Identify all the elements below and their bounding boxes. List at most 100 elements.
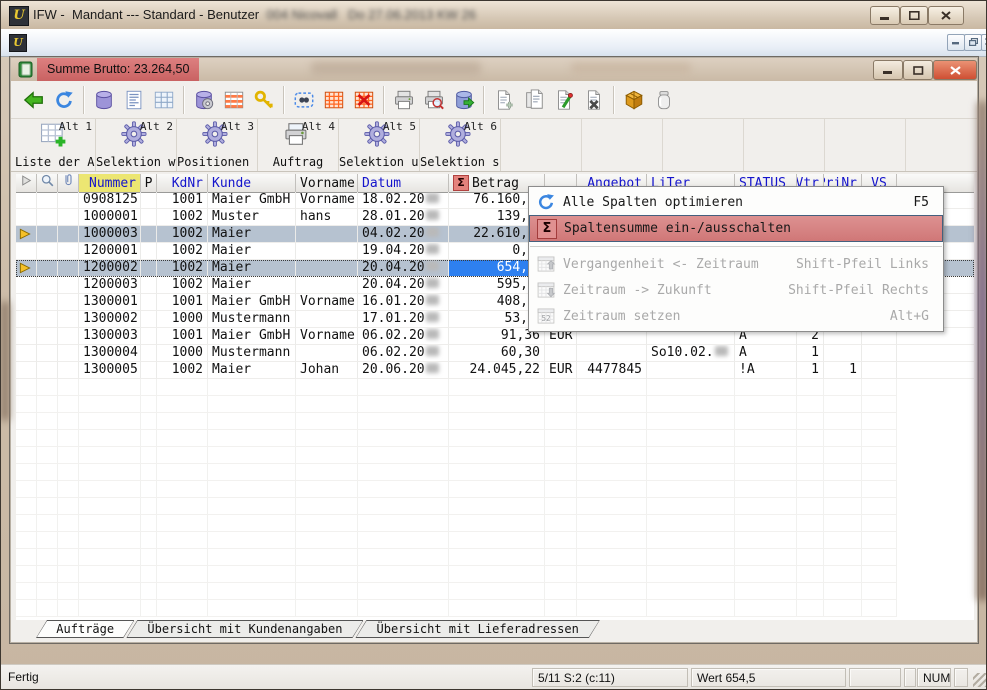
cell-marker[interactable] [16,243,37,260]
cell-w[interactable] [545,345,577,362]
cell-datum[interactable]: 04.02.20 [358,226,449,243]
doc-copy-button[interactable] [519,85,549,115]
inner-close-button[interactable] [933,60,977,80]
cell-attach[interactable] [58,311,79,328]
shortcut-button-alt4[interactable]: Alt 4 Auftrag [258,119,339,171]
cell-kdnr[interactable]: 1002 [157,362,208,379]
empty-row[interactable] [16,396,974,413]
cell-kdnr[interactable]: 1002 [157,209,208,226]
cell-kdnr[interactable]: 1002 [157,277,208,294]
column-header-attach[interactable] [58,174,79,192]
cell-kdnr[interactable]: 1002 [157,226,208,243]
cell-vorname[interactable]: Vorname [296,192,358,209]
cell-kdnr[interactable]: 1002 [157,260,208,277]
cell-status[interactable]: A [735,345,797,362]
cell-datum[interactable]: 18.02.20 [358,192,449,209]
cell-angebot[interactable]: 4477845 [577,362,647,379]
empty-row[interactable] [16,481,974,498]
cell-search[interactable] [37,192,58,209]
cell-datum[interactable]: 20.06.20 [358,362,449,379]
cell-marker[interactable] [16,328,37,345]
refresh-button[interactable] [49,85,79,115]
cell-attach[interactable] [58,226,79,243]
database-gear-button[interactable] [189,85,219,115]
empty-row[interactable] [16,379,974,396]
column-header-kdnr[interactable]: KdNr [157,174,208,192]
cell-attach[interactable] [58,345,79,362]
cell-betrag[interactable]: 60,30 [449,345,545,362]
column-sum-sigma-icon[interactable]: Σ [453,175,469,191]
database-button[interactable] [89,85,119,115]
cell-datum[interactable]: 28.01.20 [358,209,449,226]
cell-kunde[interactable]: Maier GmbH [208,192,296,209]
cell-datum[interactable]: 20.04.20 [358,260,449,277]
cell-liter[interactable] [647,362,735,379]
cell-nummer[interactable]: 1300001 [79,294,141,311]
cell-datum[interactable]: 06.02.20 [358,328,449,345]
shortcut-button-alt5[interactable]: Alt 5 Selektion u... [339,119,420,171]
cell-vorname[interactable]: Vorname [296,328,358,345]
shortcut-button-alt6[interactable]: Alt 6 Selektion sp... [420,119,501,171]
cell-liter[interactable]: So10.02. [647,345,735,362]
table-rows-button[interactable] [219,85,249,115]
cell-search[interactable] [37,311,58,328]
cell-angebot[interactable] [577,345,647,362]
menu-item-spaltensumme-ein-ausschalten[interactable]: Σ Spaltensumme ein-/ausschalten [529,215,943,242]
cell-search[interactable] [37,362,58,379]
cell-marker[interactable] [16,192,37,209]
empty-row[interactable] [16,413,974,430]
cell-nummer[interactable]: 1300004 [79,345,141,362]
print-preview-button[interactable] [419,85,449,115]
cell-datum[interactable]: 06.02.20 [358,345,449,362]
empty-row[interactable] [16,583,974,600]
menu-item-zeitraum-setzen[interactable]: 52 Zeitraum setzen Alt+G [529,303,943,329]
cell-p[interactable] [141,328,157,345]
cell-vorname[interactable]: Vorname [296,294,358,311]
cell-p[interactable] [141,362,157,379]
document-list-button[interactable] [119,85,149,115]
cell-search[interactable] [37,226,58,243]
cell-search[interactable] [37,260,58,277]
close-button[interactable] [928,6,964,25]
table-row-1300005[interactable]: 13000051002MaierJohan20.06.2024.045,22EU… [16,362,974,379]
cell-search[interactable] [37,243,58,260]
maximize-button[interactable] [900,6,928,25]
doc-delete-button[interactable] [579,85,609,115]
mdi-minimize-button[interactable] [947,34,965,51]
column-header-nummer[interactable]: Nummer [79,174,141,192]
cell-kunde[interactable]: Maier GmbH [208,294,296,311]
cell-attach[interactable] [58,362,79,379]
cell-kdnr[interactable]: 1000 [157,311,208,328]
column-header-kunde[interactable]: Kunde [208,174,296,192]
cell-p[interactable] [141,243,157,260]
empty-row[interactable] [16,515,974,532]
cell-datum[interactable]: 17.01.20 [358,311,449,328]
cell-kunde[interactable]: Maier [208,243,296,260]
column-header-search[interactable] [37,174,58,192]
cell-vorname[interactable] [296,243,358,260]
cell-marker[interactable] [16,260,37,277]
cell-marker[interactable] [16,277,37,294]
key-button[interactable] [249,85,279,115]
cell-vorname[interactable] [296,311,358,328]
cell-w[interactable]: EUR [545,362,577,379]
mdi-close-button[interactable] [981,34,987,51]
cell-kunde[interactable]: Maier GmbH [208,328,296,345]
cell-attach[interactable] [58,277,79,294]
cell-vorname[interactable]: hans [296,209,358,226]
cell-vorname[interactable] [296,260,358,277]
cell-prinr[interactable]: 1 [824,362,862,379]
cell-nummer[interactable]: 1300005 [79,362,141,379]
cell-vtr[interactable]: 1 [797,345,824,362]
jar-button[interactable] [649,85,679,115]
cell-nummer[interactable]: 1200001 [79,243,141,260]
tab-übersicht-mit-kundenangaben[interactable]: Übersicht mit Kundenangaben [126,620,363,638]
cell-search[interactable] [37,328,58,345]
tab-übersicht-mit-lieferadressen[interactable]: Übersicht mit Lieferadressen [355,620,599,638]
cell-kdnr[interactable]: 1000 [157,345,208,362]
calendar-delete-button[interactable] [349,85,379,115]
cell-p[interactable] [141,294,157,311]
cell-datum[interactable]: 16.01.20 [358,294,449,311]
database-export-button[interactable] [449,85,479,115]
back-button[interactable] [19,85,49,115]
